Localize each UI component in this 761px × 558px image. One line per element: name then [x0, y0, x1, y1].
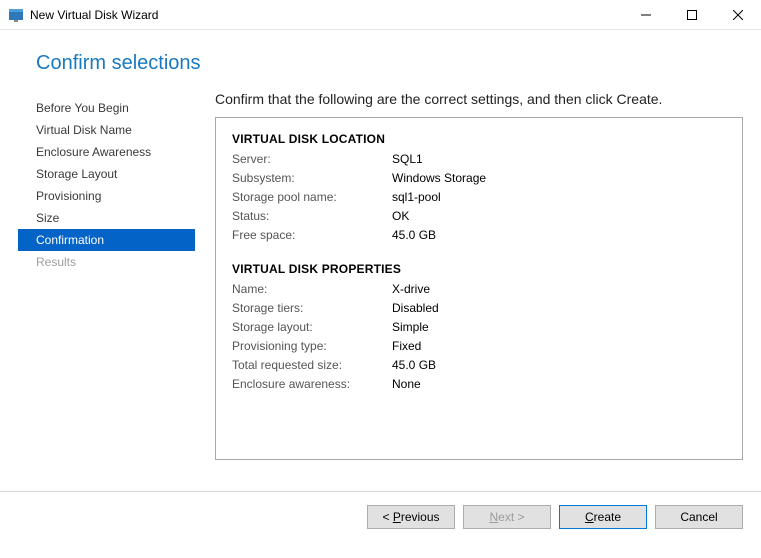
window-controls [623, 0, 761, 29]
label-provisioning: Provisioning type: [232, 337, 392, 355]
maximize-button[interactable] [669, 0, 715, 29]
next-button: Next > [463, 505, 551, 529]
value-status: OK [392, 207, 726, 225]
window-title: New Virtual Disk Wizard [30, 8, 623, 22]
close-button[interactable] [715, 0, 761, 29]
instruction-text: Confirm that the following are the corre… [215, 91, 743, 107]
label-pool: Storage pool name: [232, 188, 392, 206]
label-freespace: Free space: [232, 226, 392, 244]
minimize-button[interactable] [623, 0, 669, 29]
wizard-steps: Before You Begin Virtual Disk Name Enclo… [18, 91, 195, 491]
page-title: Confirm selections [36, 52, 761, 75]
create-button[interactable]: Create [559, 505, 647, 529]
value-provisioning: Fixed [392, 337, 726, 355]
label-tiers: Storage tiers: [232, 299, 392, 317]
location-table: Server: SQL1 Subsystem: Windows Storage … [232, 150, 726, 244]
previous-button[interactable]: < Previous [367, 505, 455, 529]
value-total-size: 45.0 GB [392, 356, 726, 374]
section-location-title: VIRTUAL DISK LOCATION [232, 132, 726, 146]
step-provisioning[interactable]: Provisioning [18, 185, 195, 207]
label-total-size: Total requested size: [232, 356, 392, 374]
value-enclosure: None [392, 375, 726, 393]
titlebar: New Virtual Disk Wizard [0, 0, 761, 30]
wizard-body: Before You Begin Virtual Disk Name Enclo… [0, 91, 761, 491]
value-subsystem: Windows Storage [392, 169, 726, 187]
step-confirmation[interactable]: Confirmation [18, 229, 195, 251]
value-layout: Simple [392, 318, 726, 336]
value-name: X-drive [392, 280, 726, 298]
properties-table: Name: X-drive Storage tiers: Disabled St… [232, 280, 726, 393]
value-server: SQL1 [392, 150, 726, 168]
settings-panel: VIRTUAL DISK LOCATION Server: SQL1 Subsy… [215, 117, 743, 460]
label-server: Server: [232, 150, 392, 168]
step-virtual-disk-name[interactable]: Virtual Disk Name [18, 119, 195, 141]
step-storage-layout[interactable]: Storage Layout [18, 163, 195, 185]
label-name: Name: [232, 280, 392, 298]
step-before-you-begin[interactable]: Before You Begin [18, 97, 195, 119]
step-size[interactable]: Size [18, 207, 195, 229]
label-layout: Storage layout: [232, 318, 392, 336]
step-enclosure-awareness[interactable]: Enclosure Awareness [18, 141, 195, 163]
label-subsystem: Subsystem: [232, 169, 392, 187]
label-enclosure: Enclosure awareness: [232, 375, 392, 393]
section-properties-title: VIRTUAL DISK PROPERTIES [232, 262, 726, 276]
cancel-button[interactable]: Cancel [655, 505, 743, 529]
value-pool: sql1-pool [392, 188, 726, 206]
step-results: Results [18, 251, 195, 273]
wizard-header: Confirm selections [0, 30, 761, 91]
app-icon [8, 7, 24, 23]
value-tiers: Disabled [392, 299, 726, 317]
wizard-footer: < Previous Next > Create Cancel [0, 491, 761, 541]
label-status: Status: [232, 207, 392, 225]
value-freespace: 45.0 GB [392, 226, 726, 244]
content-area: Confirm that the following are the corre… [195, 91, 743, 491]
